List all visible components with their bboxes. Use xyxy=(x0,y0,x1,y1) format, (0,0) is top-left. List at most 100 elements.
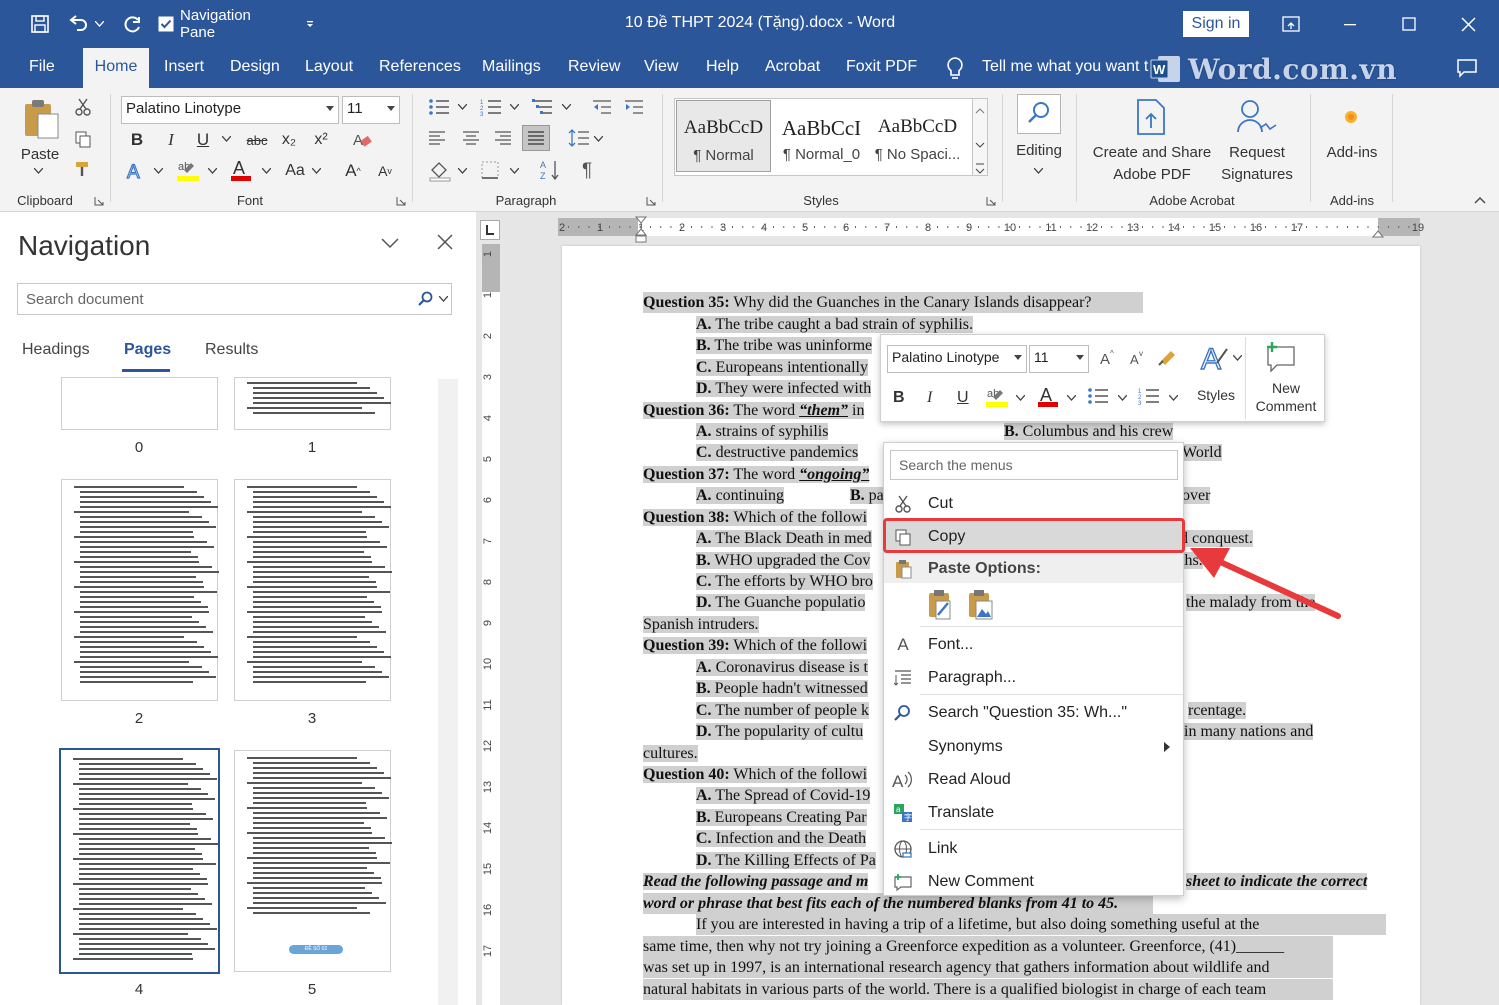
page-thumbnail-3[interactable] xyxy=(234,479,392,701)
bullets-dropdown-icon[interactable] xyxy=(458,104,467,110)
clear-formatting-icon[interactable]: A xyxy=(352,130,374,150)
customize-qat-icon[interactable] xyxy=(300,10,320,38)
font-color-icon[interactable]: A xyxy=(230,158,252,182)
page-thumbnail-2[interactable] xyxy=(61,479,219,701)
page-thumbnail-5[interactable]: ĐỀ SỐ 02 xyxy=(234,750,392,972)
tab-references[interactable]: References xyxy=(379,58,461,76)
undo-dropdown-icon[interactable] xyxy=(92,10,106,38)
ribbon-display-options-icon[interactable] xyxy=(1276,10,1306,38)
mini-numbering-dropdown-icon[interactable] xyxy=(1169,395,1178,401)
tab-layout[interactable]: Layout xyxy=(305,58,353,76)
nav-close-icon[interactable] xyxy=(436,233,454,251)
create-share-pdf-button[interactable]: Create and Share Adobe PDF xyxy=(1088,142,1216,186)
font-launcher-icon[interactable] xyxy=(396,196,406,206)
mini-italic-button[interactable]: I xyxy=(927,389,932,407)
menu-item-synonyms[interactable]: Synonyms xyxy=(884,731,1183,763)
menu-search-input[interactable]: Search the menus xyxy=(890,450,1178,480)
subscript-button[interactable]: x₂ xyxy=(278,128,300,152)
sort-icon[interactable]: AZ xyxy=(540,158,562,182)
tab-review[interactable]: Review xyxy=(568,58,620,76)
strikethrough-button[interactable]: abc xyxy=(244,128,270,152)
borders-icon[interactable] xyxy=(480,160,500,180)
decrease-indent-icon[interactable] xyxy=(592,98,612,116)
right-indent-marker[interactable] xyxy=(1372,228,1384,238)
add-ins-button[interactable]: Add-ins xyxy=(1320,142,1384,164)
copy-icon[interactable] xyxy=(74,130,92,148)
style-normal-0[interactable]: AaBbCcI ¶ Normal_0 xyxy=(774,100,869,172)
tab-acrobat[interactable]: Acrobat xyxy=(765,58,820,76)
mini-underline-button[interactable]: U xyxy=(957,389,969,407)
save-icon[interactable] xyxy=(26,10,54,38)
styles-scroll[interactable] xyxy=(972,98,988,176)
editing-button[interactable]: Editing xyxy=(1010,140,1068,162)
font-name-dropdown[interactable]: Palatino Linotype xyxy=(121,96,339,124)
mini-font-dropdown[interactable]: Palatino Linotype xyxy=(887,345,1027,373)
menu-item-link[interactable]: Link xyxy=(884,833,1183,865)
tab-insert[interactable]: Insert xyxy=(164,58,204,76)
align-left-icon[interactable] xyxy=(428,130,446,146)
mini-format-painter-icon[interactable] xyxy=(1157,347,1179,367)
menu-item-new-comment[interactable]: New Comment xyxy=(884,866,1183,898)
mini-styles-dropdown-icon[interactable] xyxy=(1233,355,1242,361)
mini-font-color-icon[interactable]: A xyxy=(1037,385,1059,409)
undo-icon[interactable] xyxy=(66,10,92,38)
lightbulb-icon[interactable] xyxy=(945,56,965,82)
create-pdf-icon[interactable] xyxy=(1134,98,1170,138)
mini-shrink-font-icon[interactable]: Av xyxy=(1129,349,1147,367)
bullets-icon[interactable] xyxy=(428,98,450,116)
nav-scrollbar[interactable] xyxy=(438,379,458,1005)
redo-icon[interactable] xyxy=(120,10,146,38)
collapse-ribbon-icon[interactable] xyxy=(1474,196,1486,204)
superscript-button[interactable]: x² xyxy=(310,128,332,152)
change-case-button[interactable]: Aa xyxy=(282,160,308,182)
menu-item-search[interactable]: Search "Question 35: Wh..." xyxy=(884,697,1183,729)
italic-button[interactable]: I xyxy=(160,128,182,152)
paste-dropdown-icon[interactable] xyxy=(34,168,43,174)
nav-tab-headings[interactable]: Headings xyxy=(22,341,90,359)
page-thumbnail-1[interactable] xyxy=(234,377,391,430)
nav-search-input[interactable]: Search document xyxy=(17,283,452,315)
tab-help[interactable]: Help xyxy=(706,58,739,76)
editing-search-icon[interactable] xyxy=(1017,94,1061,134)
nav-tab-results[interactable]: Results xyxy=(205,341,258,359)
mini-font-color-dropdown-icon[interactable] xyxy=(1067,395,1076,401)
style-no-spacing[interactable]: AaBbCcD ¶ No Spaci... xyxy=(870,100,965,172)
tab-home[interactable]: Home xyxy=(83,48,149,88)
bold-button[interactable]: B xyxy=(126,128,148,152)
line-spacing-icon[interactable] xyxy=(568,128,590,148)
shading-icon[interactable] xyxy=(428,160,452,182)
add-ins-icon[interactable] xyxy=(1343,109,1359,125)
styles-launcher-icon[interactable] xyxy=(986,196,996,206)
shading-dropdown-icon[interactable] xyxy=(458,168,467,174)
mini-bullets-dropdown-icon[interactable] xyxy=(1118,395,1127,401)
shrink-font-button[interactable]: Av xyxy=(374,160,396,182)
underline-dropdown-icon[interactable] xyxy=(222,136,231,142)
tab-mailings[interactable]: Mailings xyxy=(482,58,541,76)
mini-size-dropdown[interactable]: 11 xyxy=(1029,345,1089,373)
underline-button[interactable]: U xyxy=(192,128,214,152)
menu-item-read-aloud[interactable]: A Read Aloud xyxy=(884,764,1183,796)
tab-design[interactable]: Design xyxy=(230,58,280,76)
font-size-dropdown[interactable]: 11 xyxy=(342,96,400,124)
menu-item-cut[interactable]: Cut xyxy=(884,488,1183,520)
multilevel-list-icon[interactable] xyxy=(532,98,554,116)
tab-file[interactable]: File xyxy=(29,58,55,76)
line-spacing-dropdown-icon[interactable] xyxy=(594,136,603,142)
mini-bold-button[interactable]: B xyxy=(893,389,905,407)
paste-icon[interactable] xyxy=(22,98,60,140)
tell-me-search[interactable]: Tell me what you want t xyxy=(982,58,1148,76)
menu-item-font[interactable]: A Font... xyxy=(884,629,1183,661)
clipboard-launcher-icon[interactable] xyxy=(94,196,104,206)
search-icon[interactable] xyxy=(418,291,434,307)
page-thumbnail-0[interactable] xyxy=(61,377,218,430)
menu-item-translate[interactable]: a字 Translate xyxy=(884,797,1183,829)
align-right-icon[interactable] xyxy=(494,130,512,146)
paste-picture-icon[interactable] xyxy=(966,589,996,621)
borders-dropdown-icon[interactable] xyxy=(510,168,519,174)
page-thumbnail-4[interactable] xyxy=(59,748,220,974)
numbering-icon[interactable]: 123 xyxy=(480,98,502,116)
request-signatures-button[interactable]: Request Signatures xyxy=(1212,142,1302,186)
justify-button[interactable] xyxy=(522,125,550,151)
mini-numbering-icon[interactable]: 123 xyxy=(1138,387,1160,405)
paragraph-launcher-icon[interactable] xyxy=(646,196,656,206)
